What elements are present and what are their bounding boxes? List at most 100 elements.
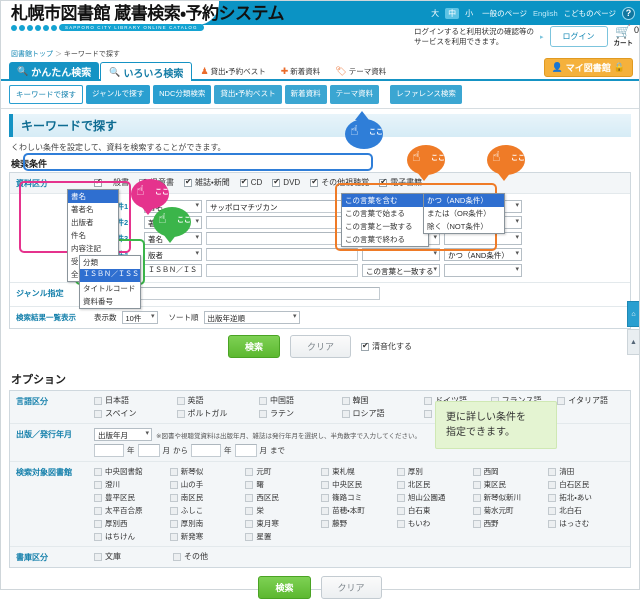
year-from-input[interactable] [94, 444, 124, 457]
tab-new-materials[interactable]: ✚ 新着資料 [274, 62, 328, 81]
checkbox-library-5-0[interactable]: はちけん [94, 531, 170, 542]
condition-1-keyword-input[interactable]: サッポロマチヅカン [206, 199, 358, 213]
checkbox-library-3-2[interactable]: 栄 [245, 505, 321, 516]
condition-5-field-select[interactable]: ＩＳＢＮ／ＩＳ [144, 263, 202, 277]
breadcrumb-home[interactable]: 図書館トップ [11, 51, 53, 58]
checkbox-library-0-3[interactable]: 東札幌 [321, 466, 397, 477]
checkbox-library-5-2[interactable]: 星置 [245, 531, 321, 542]
checkbox-library-1-5[interactable]: 東区民 [472, 479, 549, 490]
code-option-titlecode[interactable]: タイトルコード [80, 282, 140, 295]
checkbox-library-4-0[interactable]: 厚別西 [94, 518, 170, 529]
checkbox-library-3-0[interactable]: 太平百合原 [94, 505, 170, 516]
month-to-input[interactable] [234, 444, 257, 457]
checkbox-library-3-5[interactable]: 菊水元町 [472, 505, 549, 516]
checkbox-portuguese[interactable]: ポルトガル [176, 408, 260, 419]
display-count-select[interactable]: 10件 [121, 311, 158, 324]
field-option-title[interactable]: 書名 [68, 190, 118, 203]
join-option-and[interactable]: かつ（AND条件） [424, 194, 504, 207]
help-icon[interactable]: ? [622, 6, 635, 20]
match-dropdown-open[interactable]: この言葉を含む この言葉で始まる この言葉と一致する この言葉で終わる [341, 193, 429, 247]
seion-checkbox[interactable]: 清音化する [361, 341, 412, 352]
checkbox-library-1-3[interactable]: 中央区民 [321, 479, 397, 490]
font-size-medium[interactable]: 中 [445, 7, 460, 19]
match-option-startswith[interactable]: この言葉で始まる [342, 207, 428, 220]
checkbox-other-booktype[interactable]: その他 [173, 551, 208, 562]
options-search-button[interactable]: 検索 [258, 576, 311, 599]
checkbox-library-3-3[interactable]: 苗穂・本町 [321, 505, 397, 516]
clear-button[interactable]: クリア [290, 335, 352, 358]
checkbox-english[interactable]: 英語 [176, 395, 260, 406]
join-dropdown-open[interactable]: かつ（AND条件） または（OR条件） 除く（NOT条件） [423, 193, 505, 234]
side-tab-home[interactable]: ⌂ [627, 301, 639, 327]
checkbox-library-1-2[interactable]: 曙 [245, 479, 321, 490]
site-logo[interactable]: 札幌市図書館 蔵書検索・予約システム SAPPORO CITY LIBRARY … [11, 4, 285, 31]
side-tab-scroll-up[interactable]: ▲ [627, 329, 639, 355]
checkbox-library-4-2[interactable]: 東月寒 [245, 518, 321, 529]
condition-4-field-select[interactable]: 版者 [144, 247, 202, 261]
checkbox-library-3-6[interactable]: 北白石 [548, 505, 624, 516]
checkbox-italian[interactable]: イタリア語 [557, 395, 624, 406]
condition-2-keyword-input[interactable] [206, 215, 358, 229]
subnav-theme-materials[interactable]: テーマ資料 [329, 85, 380, 104]
checkbox-library-0-5[interactable]: 西岡 [472, 466, 549, 477]
checkbox-spanish[interactable]: スペイン [94, 408, 177, 419]
checkbox-library-1-4[interactable]: 北区民 [396, 479, 473, 490]
publication-date-type-select[interactable]: 出版年月 [94, 428, 152, 441]
checkbox-library-2-2[interactable]: 西区民 [245, 492, 321, 503]
checkbox-magazine-newspaper[interactable]: 雑誌・新聞 [184, 177, 230, 188]
font-size-switcher[interactable]: 大 中 小 [428, 7, 476, 19]
tab-simple-search[interactable]: 🔍 かんたん検索 [9, 62, 100, 81]
checkbox-library-2-1[interactable]: 南区民 [169, 492, 246, 503]
checkbox-russian[interactable]: ロシア語 [341, 408, 425, 419]
checkbox-library-4-1[interactable]: 厚別南 [169, 518, 246, 529]
join-option-not[interactable]: 除く（NOT条件） [424, 220, 504, 233]
checkbox-library-1-6[interactable]: 白石区民 [548, 479, 624, 490]
mylibrary-button[interactable]: 👤 マイ図書館 🔒 [543, 58, 633, 77]
checkbox-library-2-4[interactable]: 旭山公園通 [396, 492, 473, 503]
tab-theme-materials[interactable]: 🏷 テーマ資料 [328, 62, 393, 81]
checkbox-cd[interactable]: CD [239, 177, 262, 187]
code-option-materialnumber[interactable]: 資料番号 [80, 295, 140, 308]
link-kids-page[interactable]: こどものページ [564, 8, 616, 19]
checkbox-library-3-1[interactable]: ふしこ [169, 505, 246, 516]
font-size-large[interactable]: 大 [428, 8, 442, 19]
condition-5-join-select[interactable] [444, 263, 522, 277]
subnav-keyword-search[interactable]: キーワードで探す [9, 85, 83, 104]
match-option-contains[interactable]: この言葉を含む [342, 194, 428, 207]
subnav-new-materials[interactable]: 新着資料 [284, 85, 327, 104]
checkbox-library-2-0[interactable]: 豊平区民 [94, 492, 170, 503]
checkbox-japanese[interactable]: 日本語 [94, 395, 177, 406]
link-english[interactable]: English [533, 9, 558, 18]
code-option-isbn[interactable]: ＩＳＢＮ／ＩＳＳ [80, 269, 140, 282]
checkbox-library-2-5[interactable]: 新琴似新川 [472, 492, 549, 503]
match-option-endswith[interactable]: この言葉で終わる [342, 233, 428, 246]
month-from-input[interactable] [137, 444, 160, 457]
condition-4-match-select[interactable] [362, 247, 440, 261]
condition-5-match-select[interactable]: この言葉と一致する [362, 263, 440, 277]
checkbox-library-4-6[interactable]: はっさむ [548, 518, 624, 529]
subnav-loan-reserve-best[interactable]: 貸出・予約ベスト [214, 85, 282, 104]
condition-4-join-select[interactable]: かつ（AND条件） [444, 247, 522, 261]
condition-5-keyword-input[interactable] [206, 263, 358, 277]
checkbox-latin[interactable]: ラテン [259, 408, 342, 419]
checkbox-library-2-6[interactable]: 拓北・あい [548, 492, 624, 503]
checkbox-dvd[interactable]: DVD [272, 177, 300, 187]
font-size-small[interactable]: 小 [462, 8, 476, 19]
checkbox-library-3-4[interactable]: 白石東 [396, 505, 473, 516]
condition-3-keyword-input[interactable] [206, 231, 358, 245]
subnav-reference-search[interactable]: レファレンス検索 [390, 85, 462, 104]
checkbox-chinese[interactable]: 中国語 [259, 395, 342, 406]
checkbox-library-4-5[interactable]: 西野 [472, 518, 549, 529]
match-option-exact[interactable]: この言葉と一致する [342, 220, 428, 233]
checkbox-library-1-0[interactable]: 澄川 [94, 479, 170, 490]
checkbox-library-0-1[interactable]: 新琴似 [169, 466, 246, 477]
join-option-or[interactable]: または（OR条件） [424, 207, 504, 220]
link-general-page[interactable]: 一般のページ [482, 8, 527, 19]
sort-order-select[interactable]: 出版年逆順 [203, 311, 300, 324]
field-option-contentnote[interactable]: 内容注記 [68, 242, 118, 255]
checkbox-library-2-3[interactable]: 篠路コミ [321, 492, 397, 503]
subnav-genre-search[interactable]: ジャンルで探す [86, 85, 151, 104]
login-button[interactable]: ログイン [549, 26, 608, 47]
checkbox-korean[interactable]: 韓国 [341, 395, 425, 406]
subnav-ndc-search[interactable]: NDC分類検索 [153, 85, 212, 104]
